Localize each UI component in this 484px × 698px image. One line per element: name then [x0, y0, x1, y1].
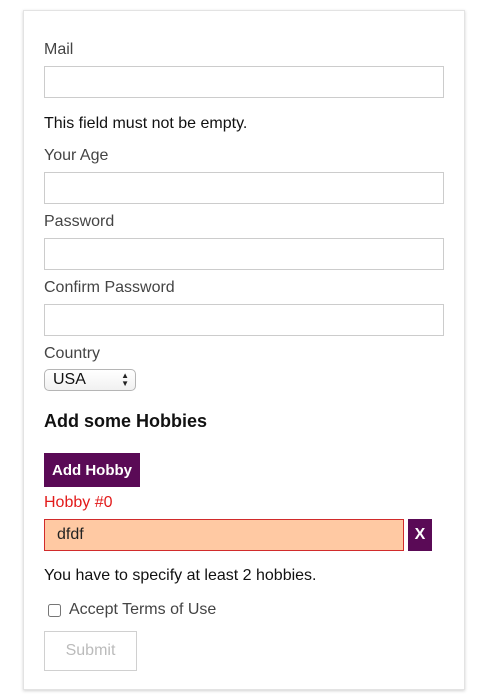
age-input[interactable]	[44, 172, 444, 204]
password-input[interactable]	[44, 238, 444, 270]
confirm-password-input[interactable]	[44, 304, 444, 336]
hobby-0-input[interactable]	[44, 519, 404, 551]
password-label: Password	[44, 213, 115, 230]
select-arrows-icon: ▲ ▼	[121, 371, 129, 388]
submit-button[interactable]: Submit	[44, 631, 137, 671]
hobby-0-label: Hobby #0	[44, 494, 113, 511]
age-label: Your Age	[44, 147, 109, 164]
terms-row[interactable]: Accept Terms of Use	[48, 601, 216, 619]
country-label: Country	[44, 345, 101, 362]
remove-hobby-0-button[interactable]: X	[408, 519, 432, 551]
add-hobby-button[interactable]: Add Hobby	[44, 453, 140, 487]
signup-form-card: Mail This field must not be empty. Your …	[23, 10, 465, 690]
country-select[interactable]: USA ▲ ▼	[44, 369, 136, 391]
hobbies-heading: Add some Hobbies	[44, 411, 208, 431]
mail-error-message: This field must not be empty.	[44, 115, 248, 132]
mail-label: Mail	[44, 41, 74, 58]
terms-checkbox[interactable]	[48, 603, 61, 617]
confirm-password-label: Confirm Password	[44, 279, 175, 296]
mail-input[interactable]	[44, 66, 444, 98]
hobbies-error-message: You have to specify at least 2 hobbies.	[44, 567, 317, 584]
terms-label: Accept Terms of Use	[69, 601, 217, 618]
country-selected-value: USA	[53, 371, 86, 388]
